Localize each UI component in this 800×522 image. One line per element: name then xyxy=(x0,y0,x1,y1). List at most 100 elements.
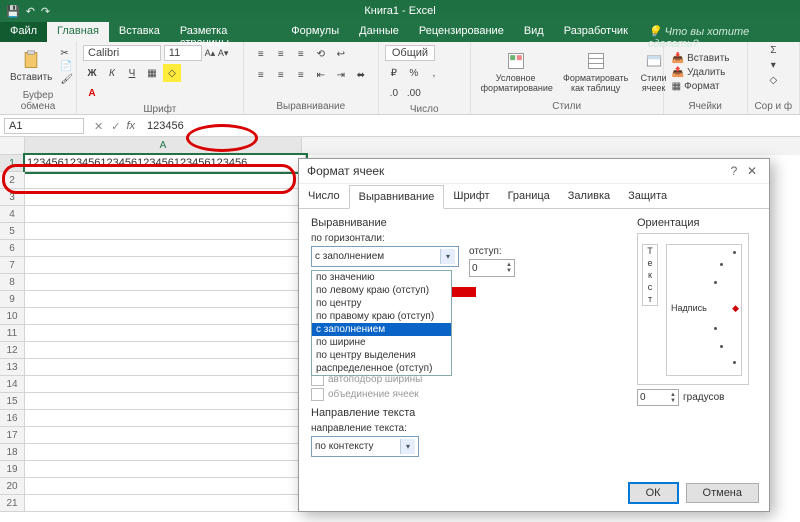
align-left-icon[interactable]: ≡ xyxy=(252,66,270,84)
row-header[interactable]: 6 xyxy=(0,240,25,257)
align-right-icon[interactable]: ≡ xyxy=(292,66,310,84)
row-header[interactable]: 14 xyxy=(0,376,25,393)
font-name-combo[interactable]: Calibri xyxy=(83,45,161,61)
orientation-icon[interactable]: ⟲ xyxy=(312,45,330,63)
ok-button[interactable]: ОК xyxy=(629,483,678,503)
cell[interactable] xyxy=(25,257,306,274)
name-box[interactable]: A1 xyxy=(4,118,84,134)
cancel-button[interactable]: Отмена xyxy=(686,483,759,503)
help-icon[interactable]: ? xyxy=(725,162,743,180)
row-header[interactable]: 2 xyxy=(0,172,25,189)
fill-color-icon[interactable]: ◇ xyxy=(163,64,181,82)
cell[interactable] xyxy=(25,240,306,257)
italic-icon[interactable]: К xyxy=(103,64,121,82)
autosum-icon[interactable]: Σ xyxy=(770,45,776,56)
vertical-text-button[interactable]: Текст xyxy=(642,244,658,306)
indent-spinner[interactable]: 0 ▲▼ xyxy=(469,259,515,277)
horiz-option[interactable]: по значению xyxy=(312,271,451,284)
horiz-option[interactable]: по центру выделения xyxy=(312,349,451,362)
cell[interactable] xyxy=(25,274,306,291)
format-as-table-button[interactable]: Форматировать как таблицу xyxy=(559,49,633,95)
close-icon[interactable]: ✕ xyxy=(743,162,761,180)
formula-input[interactable]: 123456 xyxy=(141,119,800,133)
merge-icon[interactable]: ⬌ xyxy=(352,66,370,84)
wrap-text-icon[interactable]: ↩ xyxy=(332,45,350,63)
dec-decimal-icon[interactable]: .00 xyxy=(405,84,423,102)
align-top-icon[interactable]: ≡ xyxy=(252,45,270,63)
cell[interactable] xyxy=(25,206,306,223)
cell[interactable] xyxy=(25,172,306,189)
undo-icon[interactable]: ↶ xyxy=(26,5,35,18)
col-header-a[interactable]: A xyxy=(25,137,302,155)
text-direction-combo[interactable]: по контексту ▾ xyxy=(311,436,419,457)
tab-layout[interactable]: Разметка страницы xyxy=(170,22,281,42)
horiz-option[interactable]: по правому краю (отступ) xyxy=(312,310,451,323)
row-header[interactable]: 11 xyxy=(0,325,25,342)
chevron-down-icon[interactable]: ▾ xyxy=(400,439,415,454)
horiz-option[interactable]: с заполнением xyxy=(312,323,451,336)
conditional-formatting-button[interactable]: Условное форматирование xyxy=(477,49,555,95)
row-header[interactable]: 19 xyxy=(0,461,25,478)
underline-icon[interactable]: Ч xyxy=(123,64,141,82)
spin-down-icon[interactable]: ▼ xyxy=(670,398,676,404)
tab-developer[interactable]: Разработчик xyxy=(554,22,638,42)
dlg-tab-border[interactable]: Граница xyxy=(499,185,559,209)
cell[interactable] xyxy=(25,342,306,359)
tab-formulas[interactable]: Формулы xyxy=(281,22,349,42)
row-header[interactable]: 20 xyxy=(0,478,25,495)
cell[interactable] xyxy=(25,461,306,478)
tab-home[interactable]: Главная xyxy=(47,22,109,42)
decrease-font-icon[interactable]: A▾ xyxy=(218,48,229,58)
cell[interactable] xyxy=(25,325,306,342)
format-painter-icon[interactable]: 🖌 xyxy=(60,74,73,85)
fill-icon[interactable]: ▾ xyxy=(771,60,776,71)
horizontal-align-combo[interactable]: с заполнением ▾ xyxy=(311,246,459,267)
cell[interactable] xyxy=(25,223,306,240)
row-header[interactable]: 13 xyxy=(0,359,25,376)
number-format-combo[interactable]: Общий xyxy=(385,45,435,61)
row-header[interactable]: 7 xyxy=(0,257,25,274)
cell[interactable]: 123456123456123456123456123456123456 xyxy=(25,155,306,172)
format-button[interactable]: ▦ Формат xyxy=(670,80,732,93)
row-header[interactable]: 5 xyxy=(0,223,25,240)
font-color-icon[interactable]: А xyxy=(83,84,101,102)
cancel-formula-icon[interactable]: ✕ xyxy=(94,120,103,133)
dlg-tab-number[interactable]: Число xyxy=(299,185,349,209)
confirm-formula-icon[interactable]: ✓ xyxy=(111,120,120,133)
row-header[interactable]: 17 xyxy=(0,427,25,444)
cell[interactable] xyxy=(25,291,306,308)
tell-me[interactable]: 💡 Что вы хотите сделать? xyxy=(638,22,800,42)
orientation-control[interactable]: Текст Надпись ◆ xyxy=(637,233,749,385)
align-middle-icon[interactable]: ≡ xyxy=(272,45,290,63)
horiz-option[interactable]: распределенное (отступ) xyxy=(312,362,451,375)
font-size-combo[interactable]: 11 xyxy=(164,45,202,61)
bold-icon[interactable]: Ж xyxy=(83,64,101,82)
cell[interactable] xyxy=(25,376,306,393)
indent-increase-icon[interactable]: ⇥ xyxy=(332,66,350,84)
orientation-dial[interactable]: Надпись ◆ xyxy=(666,244,742,376)
paste-button[interactable]: Вставить xyxy=(6,48,56,85)
inc-decimal-icon[interactable]: .0 xyxy=(385,84,403,102)
tab-insert[interactable]: Вставка xyxy=(109,22,170,42)
save-icon[interactable]: 💾 xyxy=(6,5,20,18)
row-header[interactable]: 12 xyxy=(0,342,25,359)
degrees-spinner[interactable]: 0 ▲▼ xyxy=(637,389,679,406)
row-header[interactable]: 16 xyxy=(0,410,25,427)
cell[interactable] xyxy=(25,478,306,495)
cell[interactable] xyxy=(25,495,306,512)
cell[interactable] xyxy=(25,359,306,376)
dlg-tab-font[interactable]: Шрифт xyxy=(444,185,498,209)
increase-font-icon[interactable]: A▴ xyxy=(205,48,216,58)
insert-cells-button[interactable]: 📥 Вставить xyxy=(670,52,732,65)
tab-data[interactable]: Данные xyxy=(349,22,409,42)
currency-icon[interactable]: ₽ xyxy=(385,64,403,82)
indent-decrease-icon[interactable]: ⇤ xyxy=(312,66,330,84)
percent-icon[interactable]: % xyxy=(405,64,423,82)
row-header[interactable]: 1 xyxy=(0,155,25,172)
horiz-option[interactable]: по левому краю (отступ) xyxy=(312,284,451,297)
cell[interactable] xyxy=(25,444,306,461)
chevron-down-icon[interactable]: ▾ xyxy=(440,249,455,264)
cut-icon[interactable]: ✂ xyxy=(60,48,73,59)
row-header[interactable]: 21 xyxy=(0,495,25,512)
dlg-tab-alignment[interactable]: Выравнивание xyxy=(349,185,445,209)
